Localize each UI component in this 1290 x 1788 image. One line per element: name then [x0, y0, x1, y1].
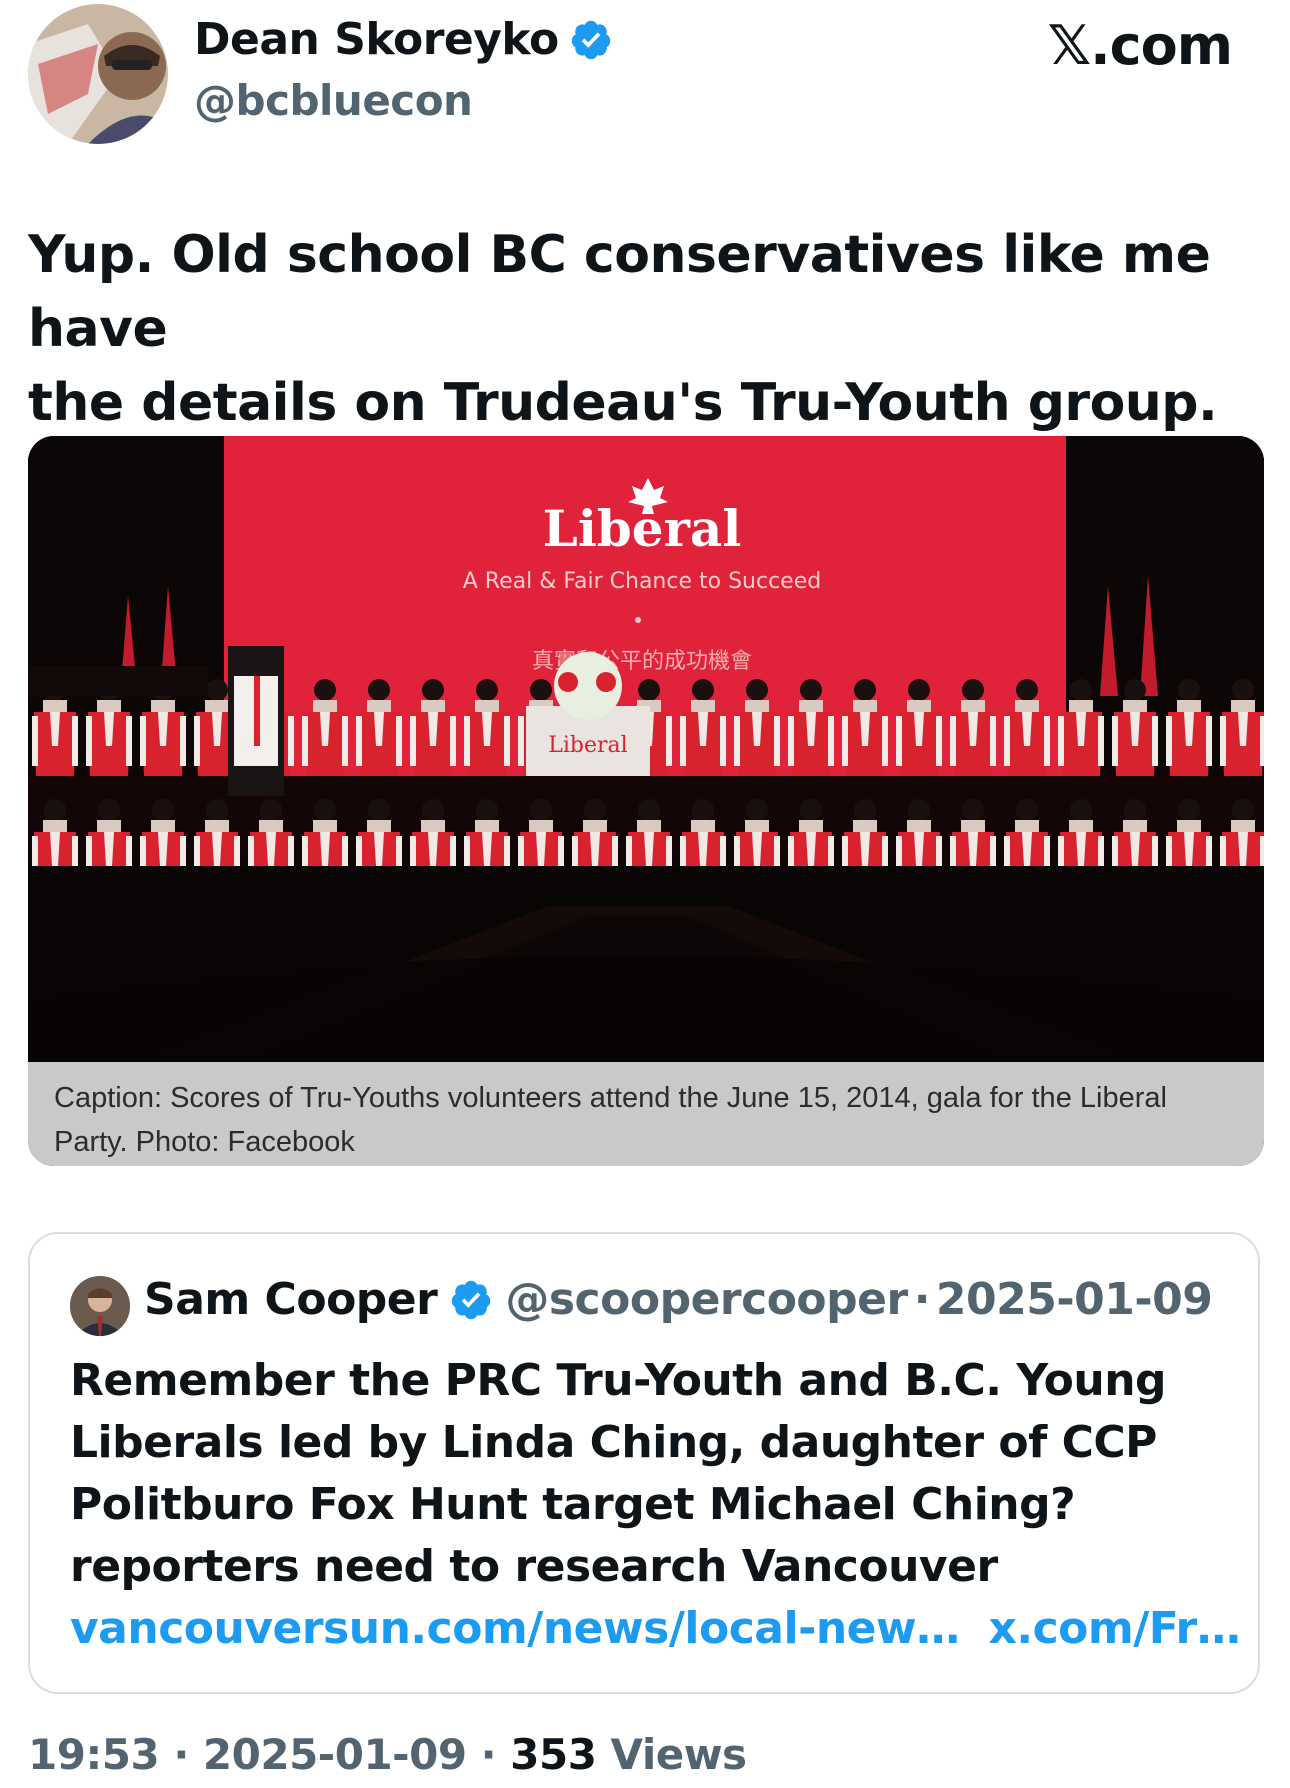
quoted-header: Sam Cooper @scoopercooper · 2025-01-09 [144, 1274, 1213, 1325]
tweet-footer: 19:53 · 2025-01-09 · 353 Views [28, 1730, 747, 1779]
caption-line: Caption: Scores of Tru-Youths volunteers… [54, 1082, 1167, 1114]
views-label: Views [596, 1730, 747, 1779]
quoted-links: vancouversun.com/news/local-new… x.com/F… [70, 1598, 1241, 1660]
separator-dot: · [159, 1730, 203, 1779]
verified-badge-icon [452, 1280, 491, 1319]
author-avatar[interactable] [28, 4, 168, 144]
quoted-tweet[interactable]: Sam Cooper @scoopercooper · 2025-01-09 R… [28, 1232, 1260, 1694]
quoted-text-line: Liberals led by Linda Ching, daughter of… [70, 1417, 1157, 1468]
post-date[interactable]: 2025-01-09 [203, 1730, 467, 1779]
quoted-text-line: Politburo Fox Hunt target Michael Ching? [70, 1479, 1076, 1530]
media-caption: Caption: Scores of Tru-Youths volunteers… [28, 1062, 1264, 1166]
author-handle[interactable]: @bcbluecon [194, 76, 473, 125]
podium-logo: Liberal [548, 733, 627, 758]
tweet-text-line: Yup. Old school BC conservatives like me… [28, 225, 1211, 359]
verified-badge-icon [571, 20, 610, 59]
post-time[interactable]: 19:53 [28, 1730, 160, 1779]
x-link[interactable]: x.com/Fr… [988, 1603, 1240, 1654]
quoted-text-line: reporters need to research Vancouver [70, 1541, 998, 1592]
author-name[interactable]: Dean Skoreyko [194, 14, 559, 65]
tweet-text: Yup. Old school BC conservatives like me… [28, 218, 1258, 440]
quoted-author-name[interactable]: Sam Cooper [144, 1274, 438, 1325]
caption-line: Party. Photo: Facebook [54, 1126, 355, 1158]
author-name-row[interactable]: Dean Skoreyko [194, 14, 613, 65]
banner-logo: Liberal [543, 499, 742, 558]
avatar-image [28, 4, 168, 144]
media-photo: Liberal A Real & Fair Chance to Succeed … [28, 436, 1264, 1062]
tweet-text-line: the details on Trudeau's Tru-Youth group… [28, 373, 1218, 433]
tweet-media[interactable]: Liberal A Real & Fair Chance to Succeed … [28, 436, 1264, 1166]
banner-slogan: A Real & Fair Chance to Succeed [463, 569, 821, 594]
views-count: 353 [510, 1730, 597, 1779]
quoted-date[interactable]: 2025-01-09 [936, 1274, 1213, 1325]
quoted-text: Remember the PRC Tru-Youth and B.C. Youn… [70, 1350, 1230, 1598]
quoted-avatar-image [70, 1276, 130, 1336]
x-brand-logo: 𝕏.com [1047, 14, 1233, 77]
separator-dot: · [466, 1730, 511, 1779]
separator-dot: · [913, 1274, 931, 1325]
quoted-author-handle[interactable]: @scoopercooper [505, 1274, 908, 1325]
vancouversun-link[interactable]: vancouversun.com/news/local-new… [70, 1603, 960, 1654]
quoted-author-avatar[interactable] [70, 1276, 130, 1336]
quoted-text-line: Remember the PRC Tru-Youth and B.C. Youn… [70, 1355, 1167, 1406]
